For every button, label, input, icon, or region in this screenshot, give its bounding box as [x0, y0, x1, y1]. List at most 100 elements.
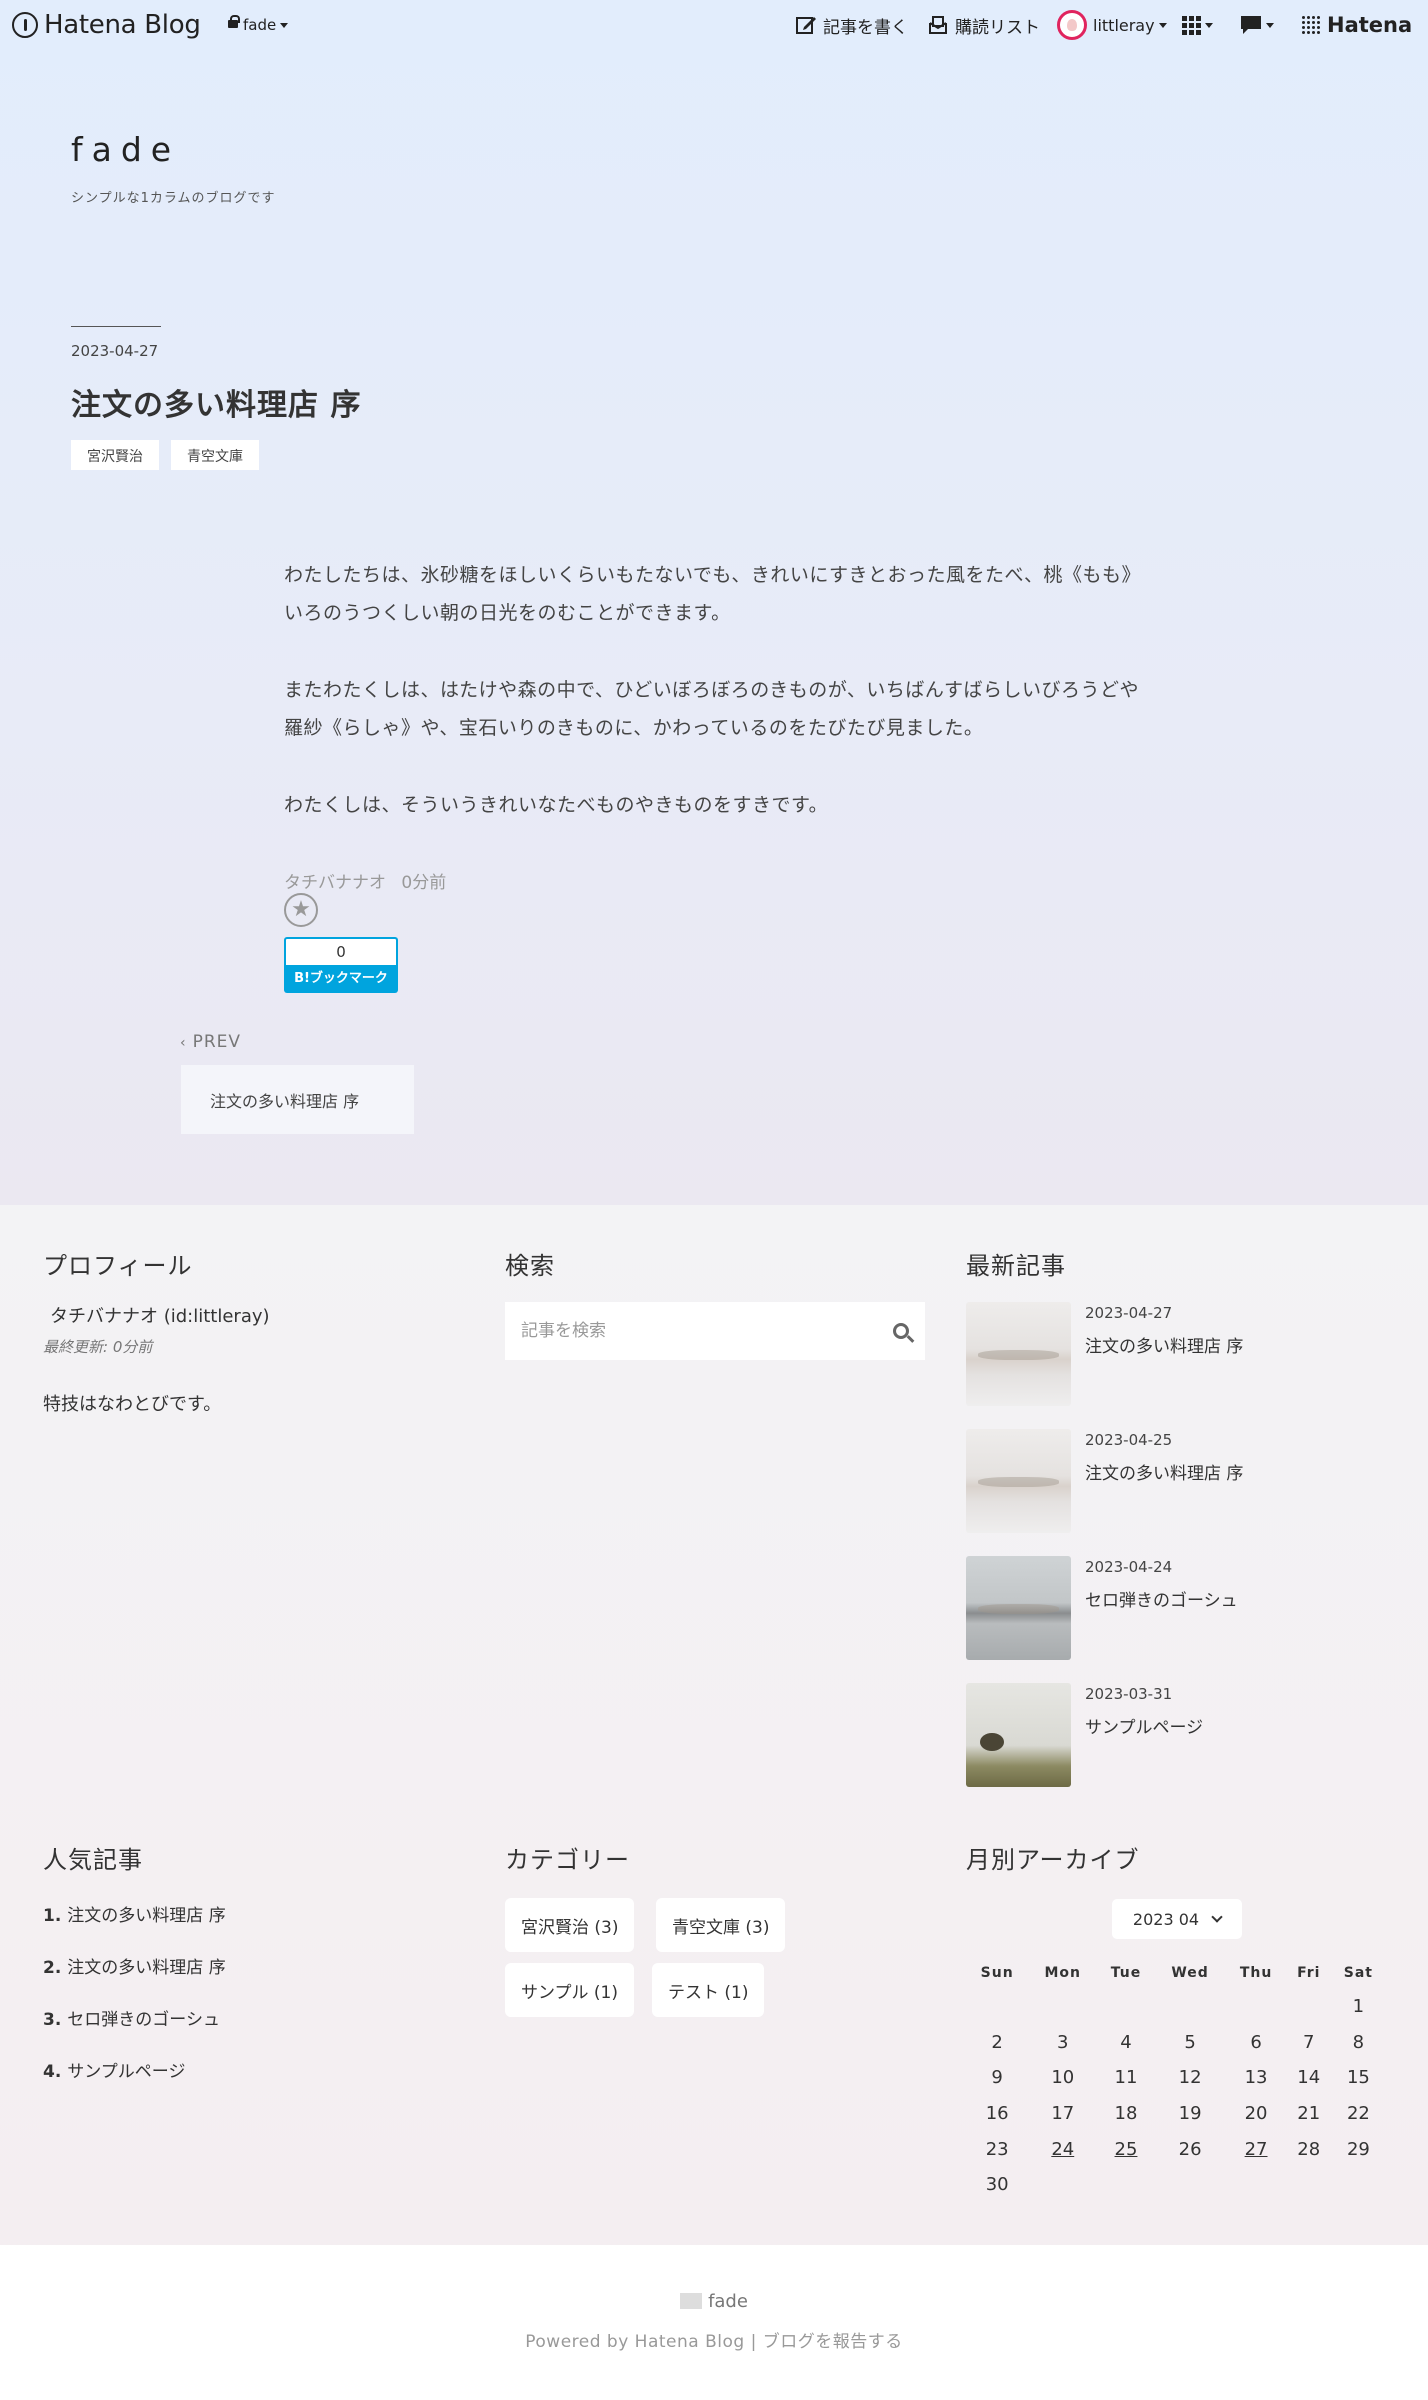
brand-name: Hatena Blog: [44, 10, 201, 40]
recent-entry-title[interactable]: 注文の多い料理店 序: [1085, 1459, 1243, 1484]
powered-by-link[interactable]: Powered by Hatena Blog: [525, 2332, 744, 2352]
subscription-list-link[interactable]: 購読リスト: [927, 0, 1040, 50]
calendar-day: 10: [1051, 2067, 1075, 2089]
write-entry-label: 記事を書く: [823, 17, 908, 38]
profile-updated: 最終更新: 0分前: [43, 1338, 153, 1356]
archive-month-select[interactable]: 2023 04: [1112, 1899, 1242, 1939]
popular-entry-title: 注文の多い料理店 序: [67, 1906, 226, 1926]
calendar-day[interactable]: 27: [1225, 2131, 1286, 2167]
author-link[interactable]: タチバナナオ: [284, 873, 386, 893]
subscription-list-label: 購読リスト: [955, 17, 1040, 38]
category-link[interactable]: サンプル (1): [505, 1963, 634, 2017]
time-ago[interactable]: 0分前: [401, 873, 446, 893]
profile-name[interactable]: タチバナナオ (id:littleray): [50, 1302, 270, 1328]
entry-title[interactable]: 注文の多い料理店 序: [71, 380, 361, 424]
calendar-day: [1155, 1989, 1226, 2025]
entry-thumbnail[interactable]: [966, 1683, 1071, 1787]
entry-date[interactable]: 2023-04-27: [71, 342, 158, 360]
category-link[interactable]: テスト (1): [652, 1963, 765, 2017]
calendar-day: 30: [985, 2174, 1009, 2196]
divider: [71, 326, 161, 327]
calendar-day: 11: [1114, 2067, 1138, 2089]
lock-icon: [228, 15, 240, 28]
bookmark-count: 0: [284, 937, 398, 965]
calendar-day: 21: [1297, 2103, 1321, 2125]
caret-down-icon: [1205, 22, 1213, 28]
popular-entry[interactable]: 3. セロ弾きのゴーシュ: [43, 2005, 220, 2030]
popular-entry[interactable]: 4. サンプルページ: [43, 2057, 185, 2082]
calendar-weekday: Fri: [1297, 1965, 1321, 1981]
paragraph: わたしたちは、氷砂糖をほしいくらいもたないでも、きれいにすきとおった風をたべ、桃…: [284, 564, 1142, 624]
user-menu[interactable]: littleray: [1057, 0, 1167, 50]
search-icon[interactable]: [893, 1323, 909, 1339]
recent-entry-title[interactable]: 注文の多い料理店 序: [1085, 1332, 1243, 1357]
calendar-day: 17: [1051, 2103, 1075, 2125]
caret-down-icon: [280, 22, 289, 28]
calendar-weekday: Mon: [1044, 1965, 1082, 1981]
recent-entry[interactable]: 2023-04-24 セロ弾きのゴーシュ: [966, 1556, 1386, 1660]
recent-entry-title[interactable]: セロ弾きのゴーシュ: [1085, 1586, 1238, 1611]
recent-entry[interactable]: 2023-04-25 注文の多い料理店 序: [966, 1429, 1386, 1533]
blog-switcher[interactable]: fade: [228, 0, 289, 50]
recent-entry[interactable]: 2023-03-31 サンプルページ: [966, 1683, 1386, 1787]
hatena-bookmark-button[interactable]: 0 B!ブックマーク: [284, 937, 398, 993]
notifications-menu[interactable]: [1240, 0, 1274, 50]
calendar-day[interactable]: 25: [1097, 2131, 1155, 2167]
category-link[interactable]: 宮沢賢治 (3): [505, 1898, 635, 1952]
calendar-day[interactable]: 24: [1028, 2131, 1097, 2167]
entry-thumbnail[interactable]: [966, 1302, 1071, 1406]
category-link[interactable]: 青空文庫 (3): [656, 1898, 786, 1952]
category-tag[interactable]: 宮沢賢治: [71, 440, 159, 470]
calendar-weekday: Tue: [1110, 1965, 1142, 1981]
pager-prev-link[interactable]: 注文の多い料理店 序: [181, 1065, 414, 1134]
paragraph: またわたくしは、はたけや森の中で、ひどいぼろぼろのきものが、いちばんすばらしいび…: [284, 679, 1139, 739]
popular-entry[interactable]: 2. 注文の多い料理店 序: [43, 1953, 226, 1978]
selected-month: 2023 04: [1132, 1909, 1200, 1929]
calendar-day: 2: [991, 2031, 1003, 2053]
calendar-day: 13: [1244, 2067, 1268, 2089]
calendar-day: 29: [1346, 2138, 1370, 2160]
footer-blog-link[interactable]: fade: [0, 2291, 1428, 2312]
calendar-day: [1225, 2167, 1286, 2203]
entry-thumbnail[interactable]: [966, 1429, 1071, 1533]
add-star-button[interactable]: ★: [284, 893, 318, 927]
popular-entries-title: 人気記事: [43, 1846, 143, 1874]
apps-menu[interactable]: [1182, 0, 1213, 50]
archive-title: 月別アーカイブ: [966, 1846, 1140, 1874]
calendar-day: 4: [1120, 2031, 1132, 2053]
recent-entries-title: 最新記事: [966, 1252, 1066, 1280]
search-input[interactable]: [521, 1321, 893, 1341]
profile-widget-title: プロフィール: [43, 1252, 193, 1280]
calendar-day: [1287, 2167, 1331, 2203]
recent-entry-date: 2023-04-24: [1085, 1558, 1173, 1576]
calendar-day: 22: [1346, 2103, 1370, 2125]
rank-number: 3.: [43, 2010, 62, 2030]
pager-prev-label: ‹ PREV: [180, 1032, 241, 1052]
footer-blog-name: fade: [708, 2291, 748, 2312]
user-avatar: [1057, 10, 1087, 40]
calendar-day: 14: [1297, 2067, 1321, 2089]
write-entry-link[interactable]: 記事を書く: [795, 0, 908, 50]
recent-entry-date: 2023-03-31: [1085, 1685, 1173, 1703]
report-blog-link[interactable]: ブログを報告する: [763, 2332, 903, 2352]
calendar-day: 28: [1297, 2138, 1321, 2160]
calendar-day: 12: [1178, 2067, 1202, 2089]
recent-entry[interactable]: 2023-04-27 注文の多い料理店 序: [966, 1302, 1386, 1406]
calendar-day: 23: [985, 2138, 1009, 2160]
rank-number: 4.: [43, 2062, 62, 2082]
entry-thumbnail[interactable]: [966, 1556, 1071, 1660]
hatena-label: Hatena: [1327, 13, 1413, 37]
edit-icon: [796, 17, 816, 34]
calendar-day: [1155, 2167, 1226, 2203]
category-tag[interactable]: 青空文庫: [171, 440, 259, 470]
hatena-blog-logo[interactable]: Hatena Blog: [12, 0, 201, 50]
hatena-link[interactable]: Hatena: [1302, 0, 1412, 50]
calendar-day: 16: [985, 2103, 1009, 2125]
entry-content: わたしたちは、氷砂糖をほしいくらいもたないでも、きれいにすきとおった風をたべ、桃…: [284, 556, 1144, 863]
recent-entry-date: 2023-04-27: [1085, 1304, 1173, 1322]
comment-icon: [1241, 16, 1261, 34]
popular-entry-title: 注文の多い料理店 序: [67, 1958, 226, 1978]
popular-entry[interactable]: 1. 注文の多い料理店 序: [43, 1901, 226, 1926]
recent-entry-title[interactable]: サンプルページ: [1085, 1713, 1203, 1738]
blog-title[interactable]: fade: [71, 130, 180, 169]
